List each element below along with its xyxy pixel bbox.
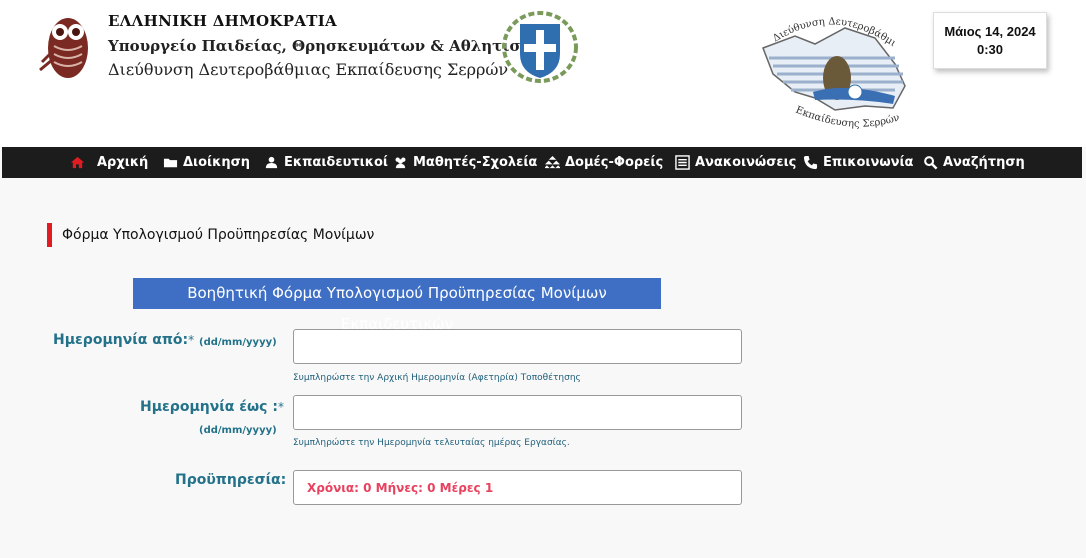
nav-item-structures[interactable]: Δομές-Φορείς	[545, 147, 663, 178]
date-time-widget: Μάιος 14, 2024 0:30	[933, 12, 1047, 69]
current-time: 0:30	[976, 42, 1004, 57]
current-date: Μάιος 14, 2024	[944, 24, 1036, 39]
nav-item-search[interactable]: Αναζήτηση	[923, 147, 1025, 178]
directorate-name: Διεύθυνση Δευτεροβάθμιας Εκπαίδευσης Σερ…	[108, 60, 509, 79]
date-from-format: (dd/mm/yyyy)	[199, 337, 277, 348]
nav-item-home[interactable]: Αρχική	[70, 147, 148, 178]
ministry-country: ΕΛΛΗΝΙΚΗ ΔΗΜΟΚΡΑΤΙΑ	[108, 12, 337, 30]
nav-label: Αναζήτηση	[943, 155, 1025, 170]
date-from-help: Συμπληρώστε την Αρχική Ημερομηνία (Αφετη…	[293, 373, 581, 383]
nav-label: Επικοινωνία	[823, 155, 914, 170]
ministry-name: Υπουργείο Παιδείας, Θρησκευμάτων & Αθλητ…	[108, 37, 552, 55]
service-result-label: Προϋπηρεσία:	[175, 472, 287, 488]
nav-label: Δομές-Φορείς	[565, 155, 664, 170]
nav-item-teachers[interactable]: Εκπαιδευτικοί	[264, 147, 388, 178]
sitemap-icon	[545, 155, 560, 169]
main-navbar: Αρχική Διοίκηση Εκπαιδευτικοί Μαθητές-Σχ…	[2, 147, 1082, 178]
nav-label: Ανακοινώσεις	[695, 155, 797, 170]
date-to-format: (dd/mm/yyyy)	[199, 425, 277, 436]
nav-item-administration[interactable]: Διοίκηση	[163, 147, 250, 178]
service-result-field: Χρόνια: 0 Μήνες: 0 Μέρες 1	[293, 470, 742, 505]
nav-item-students-schools[interactable]: Μαθητές-Σχολεία	[393, 147, 537, 178]
form-heading: Βοηθητική Φόρμα Υπολογισμού Προϋπηρεσίας…	[133, 278, 661, 333]
service-result-value: Χρόνια: 0 Μήνες: 0 Μέρες 1	[307, 481, 494, 495]
date-from-input[interactable]	[293, 329, 742, 364]
date-to-label: Ημερομηνία έως :*	[140, 399, 284, 415]
page-title: Φόρμα Υπολογισμού Προϋπηρεσίας Μονίμων	[47, 223, 374, 247]
nav-label: Εκπαιδευτικοί	[284, 155, 388, 170]
greek-emblem-icon	[502, 11, 578, 83]
search-icon	[924, 156, 938, 170]
required-mark: *	[188, 333, 195, 347]
required-mark: *	[277, 400, 284, 414]
user-icon	[265, 156, 278, 169]
nav-label: Μαθητές-Σχολεία	[413, 155, 538, 170]
site-header: ΕΛΛΗΝΙΚΗ ΔΗΜΟΚΡΑΤΙΑ Υπουργείο Παιδείας, …	[0, 0, 1086, 147]
owl-logo-icon[interactable]	[38, 10, 98, 84]
nav-label: Αρχική	[97, 155, 149, 170]
users-icon	[395, 157, 406, 169]
date-to-input[interactable]	[293, 395, 742, 430]
date-to-help: Συμπληρώστε την Ημερομηνία τελευταίας ημ…	[293, 438, 570, 448]
phone-icon	[803, 155, 818, 170]
nav-item-contact[interactable]: Επικοινωνία	[803, 147, 913, 178]
date-from-label: Ημερομηνία από:*	[53, 332, 195, 348]
directorate-logo-icon[interactable]: Διεύθυνση Δευτεροβάθμιας Εκπαίδευσης Σερ…	[755, 8, 915, 136]
nav-label: Διοίκηση	[183, 155, 250, 170]
list-icon	[675, 155, 690, 170]
folder-icon	[163, 158, 178, 168]
nav-item-announcements[interactable]: Ανακοινώσεις	[675, 147, 796, 178]
home-icon	[70, 156, 85, 169]
